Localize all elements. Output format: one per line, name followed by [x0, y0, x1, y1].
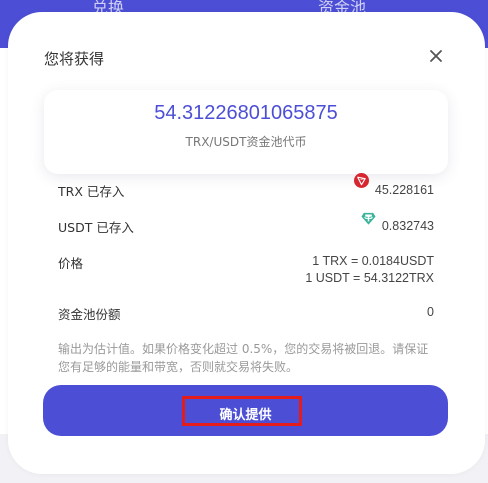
receive-token-label: TRX/USDT资金池代币 — [185, 135, 307, 149]
slippage-notice: 输出为估计值。如果价格变化超过 0.5%，您的交易将被回退。请保证您有足够的能量… — [58, 342, 429, 374]
trx-deposited-value: 45.228161 — [374, 183, 434, 197]
pool-share-value: 0 — [427, 305, 434, 319]
price-label: 价格 — [58, 256, 84, 271]
usdt-deposited-value-wrap: 0.832743 — [361, 212, 434, 235]
price-trx-usdt: 1 TRX = 0.0184USDT — [312, 254, 434, 268]
trx-deposited-label: TRX 已存入 — [58, 184, 125, 199]
trx-deposited-value-wrap: 45.228161 — [353, 173, 434, 199]
close-icon[interactable] — [427, 47, 445, 65]
receive-amount: 54.31226801065875 — [154, 102, 338, 124]
confirm-supply-button[interactable]: 确认提供 — [43, 385, 448, 436]
usdt-icon — [361, 211, 376, 226]
confirm-supply-label: 确认提供 — [219, 408, 272, 423]
price-usdt-trx: 1 USDT = 54.3122TRX — [305, 271, 434, 285]
trx-icon — [353, 173, 369, 188]
receive-summary-card: 54.31226801065875 TRX/USDT资金池代币 — [44, 90, 448, 174]
pool-share-label: 资金池份额 — [58, 307, 121, 322]
confirm-supply-dialog: 您将获得 54.31226801065875 TRX/USDT资金池代币 TRX… — [8, 12, 485, 474]
usdt-deposited-value: 0.832743 — [381, 219, 434, 233]
dialog-title: 您将获得 — [44, 50, 105, 68]
usdt-deposited-label: USDT 已存入 — [58, 220, 134, 235]
price-values: 1 TRX = 0.0184USDT 1 USDT = 54.3122TRX — [305, 253, 434, 287]
